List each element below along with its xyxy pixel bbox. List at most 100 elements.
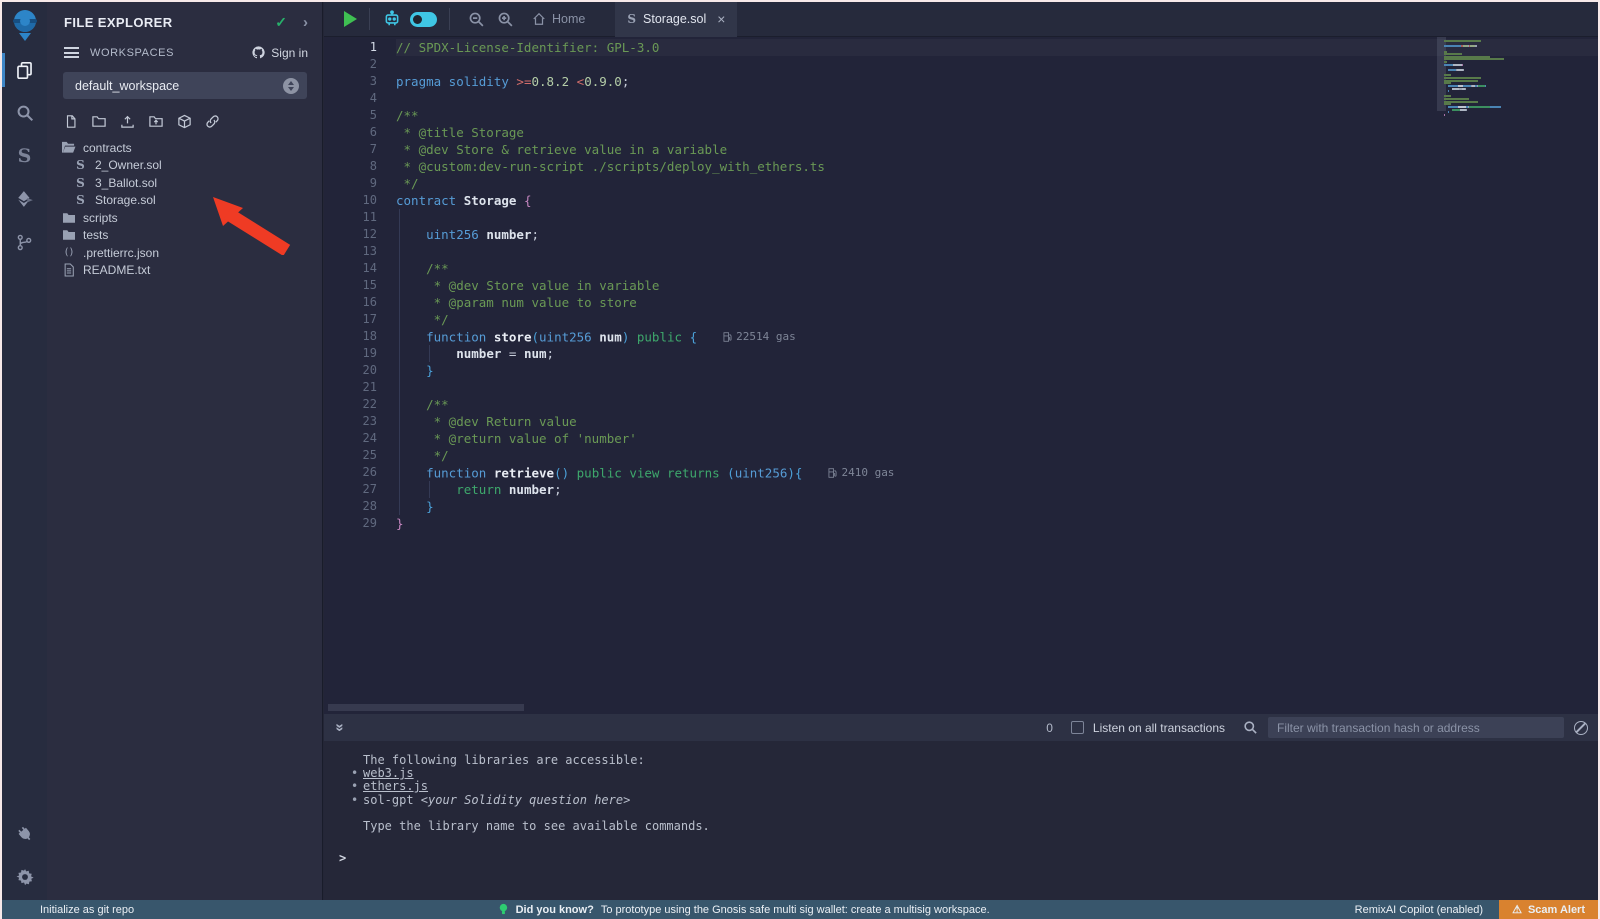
tab-storage-sol[interactable]: S Storage.sol ×: [615, 2, 737, 37]
line-number: 13: [324, 243, 396, 260]
upload-folder-icon[interactable]: [148, 114, 164, 129]
code-line[interactable]: uint256 number;: [396, 226, 1598, 243]
code-line[interactable]: /**: [396, 107, 1598, 124]
code-line[interactable]: * @dev Store & retrieve value in a varia…: [396, 141, 1598, 158]
code-line[interactable]: * @dev Store value in variable: [396, 277, 1598, 294]
chevron-right-icon[interactable]: ›: [303, 14, 308, 31]
code-line[interactable]: */: [396, 175, 1598, 192]
clear-console-icon[interactable]: [1574, 721, 1588, 735]
git-init-button[interactable]: Initialize as git repo: [2, 904, 134, 916]
workspace-select[interactable]: default_workspace: [63, 72, 307, 99]
code-line[interactable]: * @return value of 'number': [396, 430, 1598, 447]
line-number: 8: [324, 158, 396, 175]
code-line[interactable]: // SPDX-License-Identifier: GPL-3.0: [396, 39, 1598, 56]
workspace-sort-icon[interactable]: [283, 78, 299, 94]
tip-text: To prototype using the Gnosis safe multi…: [601, 904, 990, 916]
search-icon: [16, 104, 34, 122]
terminal-search-icon[interactable]: [1243, 720, 1258, 735]
code-line[interactable]: }: [396, 362, 1598, 379]
code-line[interactable]: * @custom:dev-run-script ./scripts/deplo…: [396, 158, 1598, 175]
collapse-terminal-icon[interactable]: »: [332, 723, 349, 731]
sidebar-item-plugin-manager[interactable]: [2, 819, 47, 849]
file-tree-item[interactable]: scripts: [47, 209, 322, 227]
listen-all-checkbox[interactable]: [1071, 721, 1084, 734]
line-number: 1: [324, 39, 396, 56]
line-number: 14: [324, 260, 396, 277]
terminal-line: •web3.js: [339, 767, 1598, 780]
code-line[interactable]: return number;: [396, 481, 1598, 498]
new-folder-icon[interactable]: [91, 114, 107, 129]
file-tree-item[interactable]: tests: [47, 227, 322, 245]
sidebar-item-file-explorer[interactable]: [2, 55, 47, 85]
code-line[interactable]: contract Storage {: [396, 192, 1598, 209]
code-line[interactable]: /**: [396, 260, 1598, 277]
editor-minimap[interactable]: [1444, 40, 1590, 117]
file-tree-item[interactable]: S2_Owner.sol: [47, 157, 322, 175]
zoom-out-icon[interactable]: [468, 11, 485, 28]
tab-home[interactable]: Home: [532, 12, 585, 26]
line-number: 5: [324, 107, 396, 124]
code-line[interactable]: }: [396, 498, 1598, 515]
sign-in-button[interactable]: Sign in: [251, 45, 308, 60]
line-number: 12: [324, 226, 396, 243]
editor-horizontal-scrollbar[interactable]: [328, 704, 524, 711]
transaction-filter-input[interactable]: [1268, 717, 1564, 738]
code-line[interactable]: * @dev Return value: [396, 413, 1598, 430]
line-number: 22: [324, 396, 396, 413]
new-file-icon[interactable]: [64, 114, 78, 129]
code-line[interactable]: [396, 209, 1598, 226]
sidebar-item-deploy-run[interactable]: [2, 184, 47, 214]
scam-alert-button[interactable]: ⚠ Scam Alert: [1499, 900, 1598, 919]
home-tab-label: Home: [552, 12, 585, 26]
zoom-in-icon[interactable]: [497, 11, 514, 28]
code-line[interactable]: function store(uint256 num) public {2251…: [396, 328, 1598, 345]
tip-title: Did you know?: [516, 904, 594, 916]
sidebar-item-solidity-compiler[interactable]: S: [2, 141, 47, 171]
line-number: 25: [324, 447, 396, 464]
code-line[interactable]: [396, 56, 1598, 73]
workspaces-label: WORKSPACES: [90, 47, 251, 59]
line-number: 16: [324, 294, 396, 311]
code-line[interactable]: [396, 90, 1598, 107]
code-line[interactable]: */: [396, 447, 1598, 464]
link-icon[interactable]: [205, 114, 220, 129]
code-line[interactable]: */: [396, 311, 1598, 328]
file-explorer-panel: FILE EXPLORER ✓ › WORKSPACES Sign in def…: [47, 2, 323, 902]
code-line[interactable]: [396, 243, 1598, 260]
sidebar-item-settings[interactable]: [2, 862, 47, 892]
workspace-name: default_workspace: [75, 79, 283, 93]
upload-file-icon[interactable]: [120, 114, 135, 129]
file-tree-label: Storage.sol: [95, 193, 156, 207]
file-tree-item[interactable]: ().prettierrc.json: [47, 244, 322, 262]
code-line[interactable]: number = num;: [396, 345, 1598, 362]
plug-icon: [16, 825, 34, 843]
hamburger-menu-icon[interactable]: [64, 47, 79, 58]
code-line[interactable]: pragma solidity >=0.8.2 <0.9.0;: [396, 73, 1598, 90]
code-line[interactable]: function retrieve() public view returns …: [396, 464, 1598, 481]
code-editor[interactable]: 1234567891011121314151617181920212223242…: [324, 37, 1598, 714]
editor-code[interactable]: // SPDX-License-Identifier: GPL-3.0 pragm…: [396, 37, 1598, 714]
file-tree-item[interactable]: contracts: [47, 139, 322, 157]
code-line[interactable]: * @param num value to store: [396, 294, 1598, 311]
code-line[interactable]: * @title Storage: [396, 124, 1598, 141]
git-branch-icon: [16, 234, 33, 251]
library-link[interactable]: web3.js: [363, 766, 414, 780]
cube-icon[interactable]: [177, 114, 192, 129]
sidebar-item-search[interactable]: [2, 98, 47, 128]
close-tab-icon[interactable]: ×: [717, 11, 725, 27]
file-tree-item[interactable]: README.txt: [47, 262, 322, 280]
bullet-icon: •: [351, 794, 358, 807]
code-line[interactable]: /**: [396, 396, 1598, 413]
run-script-button[interactable]: [344, 11, 357, 27]
sidebar-item-git[interactable]: [2, 227, 47, 257]
file-tree-item[interactable]: SStorage.sol: [47, 192, 322, 210]
ai-copilot-robot-icon[interactable]: [382, 10, 402, 28]
file-tree-item[interactable]: S3_Ballot.sol: [47, 174, 322, 192]
line-number: 24: [324, 430, 396, 447]
library-link[interactable]: ethers.js: [363, 779, 428, 793]
terminal-prompt[interactable]: >: [339, 852, 1598, 865]
remix-logo-icon[interactable]: [9, 8, 41, 42]
copilot-toggle[interactable]: [410, 12, 437, 27]
code-line[interactable]: [396, 379, 1598, 396]
code-line[interactable]: }: [396, 515, 1598, 532]
